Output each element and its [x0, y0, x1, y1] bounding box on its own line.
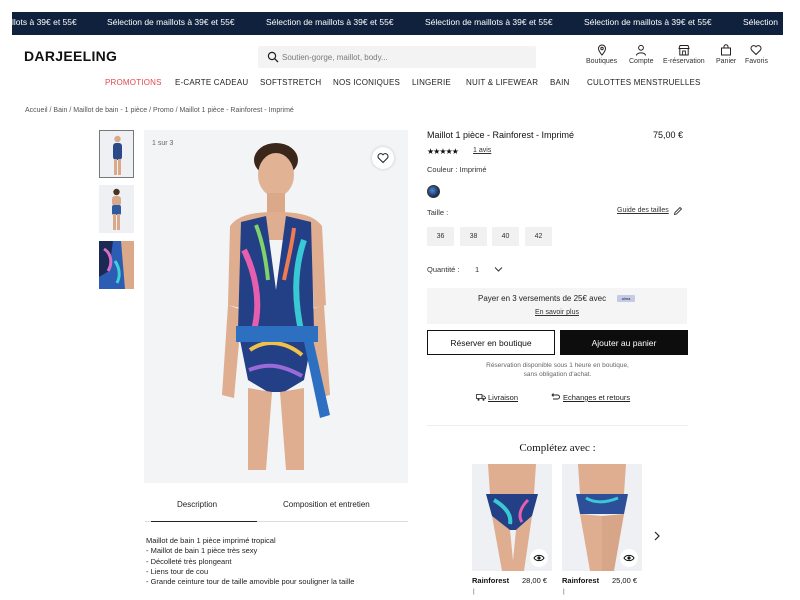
promo-text: Sélection de maillots à 39€ et 55€	[584, 17, 712, 27]
size-option[interactable]: 42	[525, 227, 552, 246]
installment-payment-box: Payer en 3 versements de 25€ avec alma E…	[427, 288, 687, 324]
product-description: Maillot de bain 1 pièce imprimé tropical…	[146, 536, 354, 587]
size-guide-link[interactable]: Guide des tailles	[617, 207, 669, 214]
map-pin-icon	[597, 44, 606, 56]
add-to-favorites-button[interactable]	[372, 147, 394, 169]
gallery-thumbnail[interactable]	[99, 185, 134, 233]
reviews-link[interactable]: 1 avis	[473, 147, 491, 154]
model-swimsuit-illustration	[222, 143, 330, 470]
nav-item-nos-iconiques[interactable]: NOS ICONIQUES	[333, 78, 400, 87]
chevron-down-icon[interactable]	[494, 266, 503, 273]
recommendation-price: 25,00 €	[612, 576, 638, 585]
user-icon	[636, 44, 647, 56]
e-reservation-label: E-réservation	[663, 58, 705, 65]
return-icon	[551, 393, 560, 400]
promo-text: Sélection	[743, 17, 778, 27]
reservation-note-line: sans obligation d'achat.	[523, 371, 592, 378]
tab-composition[interactable]: Composition et entretien	[283, 500, 370, 509]
recommendation-price: 28,00 €	[522, 576, 548, 585]
product-price: 75,00 €	[653, 130, 684, 140]
size-option[interactable]: 38	[460, 227, 487, 246]
color-swatch[interactable]	[427, 185, 440, 198]
add-to-cart-button[interactable]: Ajouter au panier	[560, 330, 688, 355]
rating-stars: ★★★★★	[427, 147, 459, 156]
description-line: - Grande ceinture tour de taille amovibl…	[146, 577, 355, 587]
cart-label: Panier	[716, 58, 737, 65]
image-counter: 1 sur 3	[152, 140, 174, 147]
reservation-note-line: Réservation disponible sous 1 heure en b…	[486, 362, 629, 369]
gallery-thumbnail[interactable]	[99, 130, 134, 178]
nav-item-bain[interactable]: BAIN	[550, 78, 569, 87]
delivery-link[interactable]: Livraison	[488, 393, 518, 402]
promo-text: Sélection de maillots à 39€ et 55€	[425, 17, 553, 27]
cart-link[interactable]: Panier	[716, 44, 736, 65]
promo-text: Sélection de maillots à 39€ et 55€	[107, 17, 235, 27]
recommendation-subtitle: |	[473, 588, 475, 595]
section-divider	[427, 425, 688, 426]
breadcrumb[interactable]: Accueil / Bain / Maillot de bain - 1 piè…	[25, 107, 294, 114]
search-bar[interactable]	[258, 46, 536, 68]
size-label: Taille :	[427, 208, 449, 217]
search-input[interactable]	[282, 48, 527, 66]
promo-banner[interactable]: llots à 39€ et 55€ Sélection de maillots…	[12, 12, 783, 35]
account-link[interactable]: Compte	[629, 44, 654, 65]
favorites-label: Favoris	[745, 58, 768, 65]
recommendation-name[interactable]: Rainforest	[472, 576, 509, 585]
heart-icon	[377, 153, 389, 164]
size-option[interactable]: 40	[492, 227, 519, 246]
size-option[interactable]: 36	[427, 227, 454, 246]
product-tabs: Description Composition et entretien	[145, 500, 408, 522]
quantity-label: Quantité :	[427, 265, 460, 274]
reserve-in-store-button[interactable]: Réserver en boutique	[427, 330, 555, 355]
brand-logo[interactable]: DARJEELING	[24, 48, 117, 64]
promo-text: Sélection de maillots à 39€ et 55€	[266, 17, 394, 27]
nav-item-nuit-lifewear[interactable]: NUIT & LIFEWEAR	[466, 78, 538, 87]
heart-icon	[750, 45, 762, 56]
description-line: - Liens tour de cou	[146, 566, 209, 576]
favorites-link[interactable]: Favoris	[745, 44, 768, 65]
tab-description[interactable]: Description	[150, 500, 258, 522]
swimsuit-front-image	[113, 135, 122, 175]
quick-view-button[interactable]	[620, 549, 638, 567]
installment-text: Payer en 3 versements de 25€ avec	[478, 294, 607, 303]
payment-provider-badge: alma	[617, 295, 635, 302]
account-label: Compte	[629, 58, 654, 65]
stores-link[interactable]: Boutiques	[586, 44, 617, 65]
truck-icon	[476, 394, 486, 401]
recommendation-image[interactable]	[562, 464, 642, 571]
learn-more-link[interactable]: En savoir plus	[535, 309, 579, 316]
complete-with-title: Complétez avec :	[519, 442, 596, 454]
store-icon	[678, 45, 690, 56]
returns-link[interactable]: Echanges et retours	[563, 393, 630, 402]
recommendation-subtitle: |	[563, 588, 565, 595]
stores-label: Boutiques	[586, 58, 618, 65]
nav-item-e-carte-cadeau[interactable]: E-CARTE CADEAU	[175, 78, 248, 87]
quick-view-button[interactable]	[530, 549, 548, 567]
swimsuit-detail-image	[99, 241, 134, 289]
product-title: Maillot 1 pièce - Rainforest - Imprimé	[427, 130, 575, 140]
eye-icon	[623, 554, 635, 562]
nav-item-softstretch[interactable]: SOFTSTRETCH	[260, 78, 321, 87]
bag-icon	[721, 44, 732, 56]
nav-item-culottes-menstruelles[interactable]: CULOTTES MENSTRUELLES	[587, 78, 701, 87]
nav-item-promotions[interactable]: PROMOTIONS	[105, 78, 162, 87]
quantity-select[interactable]: 1	[475, 265, 479, 274]
reservation-note: Réservation disponible sous 1 heure en b…	[427, 361, 688, 379]
description-line: Maillot de bain 1 pièce imprimé tropical	[146, 536, 276, 545]
nav-item-lingerie[interactable]: LINGERIE	[412, 78, 451, 87]
eye-icon	[533, 554, 545, 562]
color-label: Couleur : Imprimé	[427, 165, 487, 174]
swimsuit-back-image	[112, 188, 121, 230]
e-reservation-link[interactable]: E-réservation	[663, 44, 705, 65]
chevron-right-icon[interactable]	[653, 531, 661, 541]
recommendation-image[interactable]	[472, 464, 552, 571]
description-line: - Décolleté très plongeant	[146, 556, 232, 566]
search-icon	[267, 51, 279, 63]
gallery-thumbnail[interactable]	[99, 241, 134, 289]
description-line: - Maillot de bain 1 pièce très sexy	[146, 546, 258, 556]
recommendation-name[interactable]: Rainforest	[562, 576, 599, 585]
promo-text: llots à 39€ et 55€	[12, 17, 77, 27]
pencil-icon	[673, 206, 683, 216]
product-main-image[interactable]: 1 sur 3	[144, 130, 408, 483]
